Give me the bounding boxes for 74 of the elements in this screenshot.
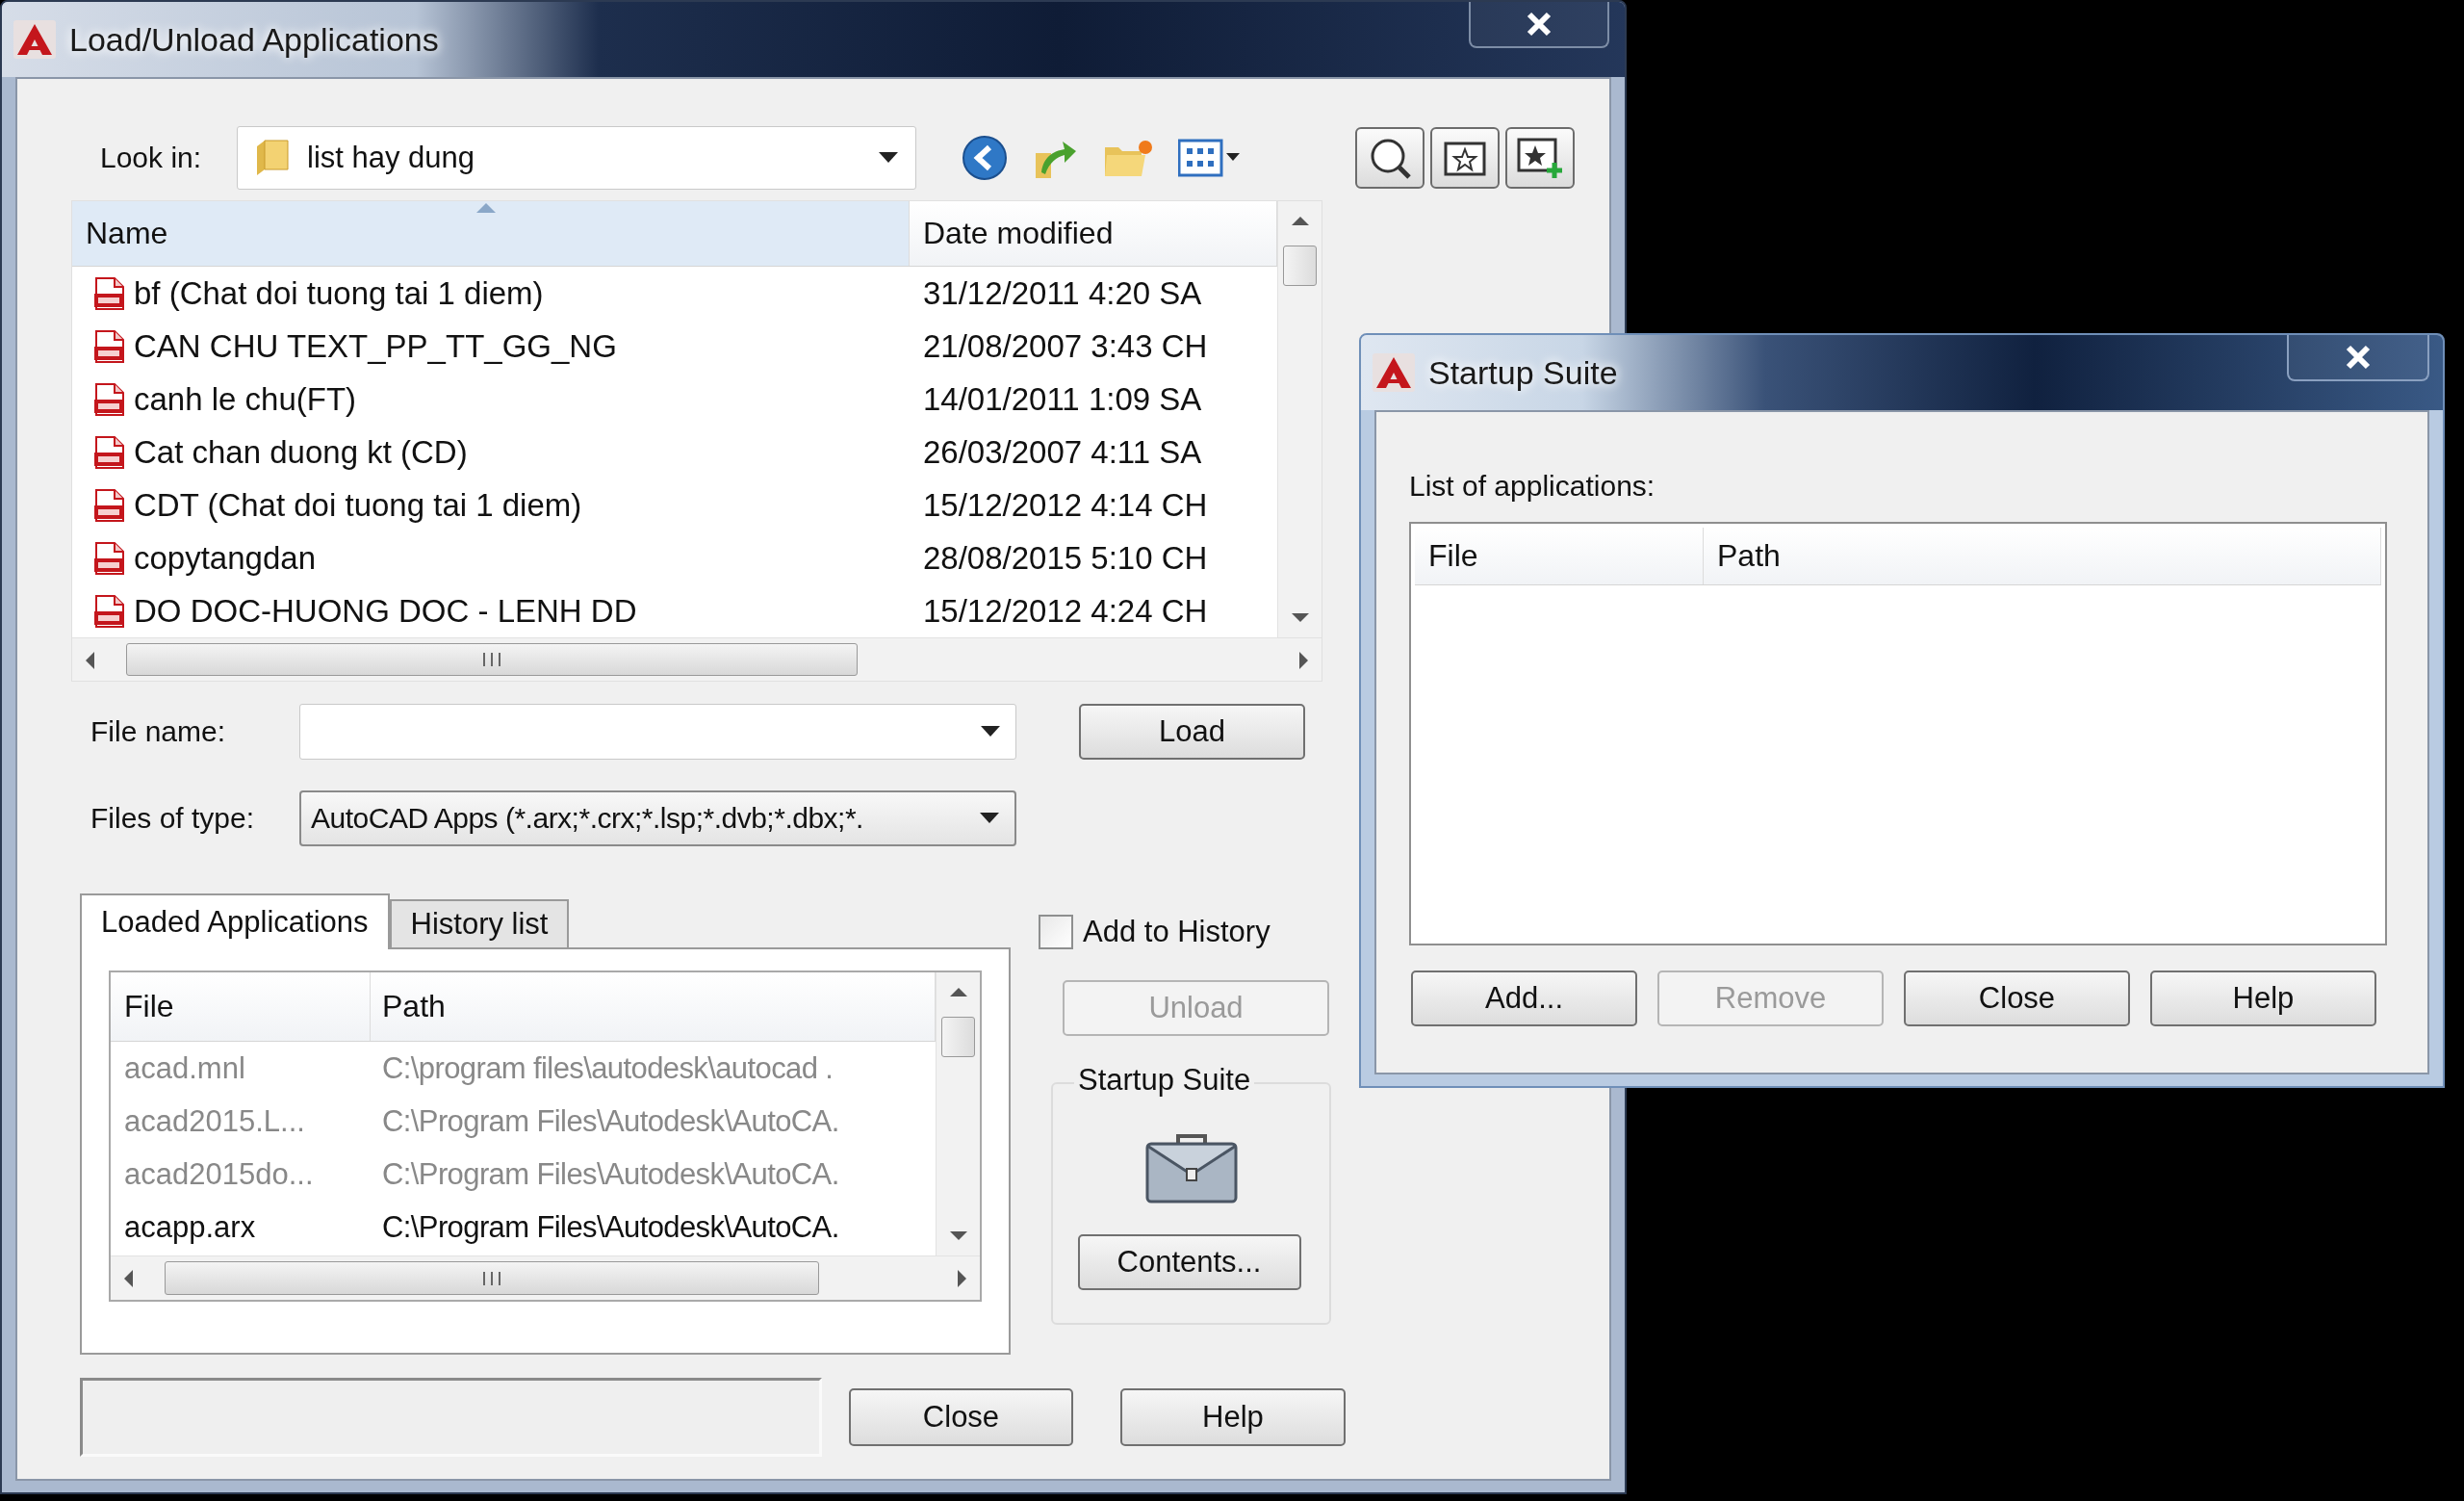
file-type-dropdown[interactable]: AutoCAD Apps (*.arx;*.crx;*.lsp;*.dvb;*.dbx;*. (299, 790, 1016, 846)
lisp-file-icon (93, 435, 126, 469)
horizontal-scrollbar[interactable] (111, 1255, 980, 1300)
app-path-cell-text: C:\Program Files\Autodesk\AutoCA. (381, 1156, 839, 1192)
dialog-button[interactable]: Add... (1411, 970, 1637, 1026)
file-date: 28/08/2015 5:10 CH (923, 539, 1208, 576)
app-file-cell-text: acad.mnl (123, 1050, 246, 1086)
file-name-field[interactable] (299, 704, 1016, 760)
dialog-button[interactable]: Close (1904, 970, 2130, 1026)
vertical-scrollbar[interactable] (1277, 201, 1322, 637)
column-header[interactable]: Name (72, 201, 910, 266)
close-icon (2344, 344, 2373, 371)
window-title: Startup Suite (1428, 353, 1618, 392)
file-name[interactable]: DO DOC-HUONG DOC - LENH DD (134, 592, 637, 630)
app-file-cell-text: acapp.arx (123, 1209, 257, 1245)
close-button[interactable]: Close (849, 1388, 1073, 1446)
lisp-file-icon (93, 541, 126, 575)
folder-name: list hay dung (307, 141, 475, 175)
app-logo-icon (13, 20, 56, 59)
lisp-file-icon (93, 276, 126, 310)
find-button[interactable] (1355, 127, 1424, 189)
lisp-file-icon (93, 329, 126, 363)
file-name[interactable]: CAN CHU TEXT_PP_TT_GG_NG (134, 327, 617, 365)
file-name[interactable]: canh le chu(FT) (134, 380, 357, 418)
window-title: Load/Unload Applications (69, 20, 439, 59)
horizontal-scrollbar[interactable] (72, 637, 1322, 681)
file-name[interactable]: copytangdan (134, 539, 316, 577)
add-favorite-button[interactable] (1505, 127, 1575, 189)
load-button[interactable]: Load (1079, 704, 1305, 760)
sort-arrow-icon (476, 203, 496, 213)
dialog-button[interactable]: Help (2150, 970, 2376, 1026)
app-file-cell-text: acad2015.L... (123, 1103, 306, 1139)
file-date: 14/01/2011 1:09 SA (923, 380, 1202, 417)
files-of-type-label: Files of type: (90, 802, 256, 835)
vertical-scrollbar[interactable] (936, 972, 980, 1255)
lisp-file-icon (93, 594, 126, 628)
folder-icon (255, 139, 290, 177)
file-date: 26/03/2007 4:11 SA (923, 433, 1202, 470)
app-path-cell-text: C:\Program Files\Autodesk\AutoCA. (381, 1209, 839, 1245)
caret-icon (981, 726, 1000, 738)
app-path-cell-text: C:\program files\autodesk\autocad . (381, 1050, 834, 1086)
file-name-label: File name: (90, 715, 227, 748)
file-date: 21/08/2007 3:43 CH (923, 327, 1208, 364)
file-name[interactable]: bf (Chat doi tuong tai 1 diem) (134, 274, 544, 312)
lisp-file-icon (93, 488, 126, 522)
file-name[interactable]: Cat chan duong kt (CD) (134, 433, 468, 471)
lisp-file-icon (93, 382, 126, 416)
file-date: 31/12/2011 4:20 SA (923, 274, 1202, 311)
app-logo-icon (1373, 353, 1415, 392)
list-label: List of applications: (1409, 470, 1656, 503)
file-date: 15/12/2012 4:14 CH (923, 486, 1208, 523)
file-date: 15/12/2012 4:24 CH (923, 592, 1208, 629)
close-button[interactable] (1469, 2, 1609, 48)
column-header[interactable]: Path (1704, 528, 2381, 584)
close-icon (1525, 11, 1553, 38)
back-icon[interactable] (961, 134, 1009, 182)
checkbox[interactable] (1039, 915, 1073, 949)
app-file-cell-text: acad2015do... (123, 1156, 315, 1192)
caret-icon (879, 152, 898, 164)
contents-button[interactable]: Contents... (1077, 1234, 1301, 1290)
look-in-dropdown[interactable]: list hay dung (237, 126, 916, 190)
favorites-button[interactable] (1430, 127, 1500, 189)
column-header[interactable]: File (1415, 528, 1704, 584)
tab[interactable]: Loaded Applications (80, 893, 390, 949)
close-button[interactable] (2287, 335, 2429, 381)
help-button[interactable]: Help (1120, 1388, 1346, 1446)
checkbox-label[interactable]: Add to History (1083, 915, 1270, 949)
caret-icon (980, 813, 999, 824)
look-in-label: Look in: (99, 142, 203, 174)
column-header[interactable]: File (111, 972, 371, 1041)
tab[interactable]: History list (389, 899, 570, 947)
app-path-cell-text: C:\Program Files\Autodesk\AutoCA. (381, 1103, 839, 1139)
star-plus-icon (1516, 136, 1564, 180)
file-name[interactable]: CDT (Chat doi tuong tai 1 diem) (134, 486, 582, 524)
